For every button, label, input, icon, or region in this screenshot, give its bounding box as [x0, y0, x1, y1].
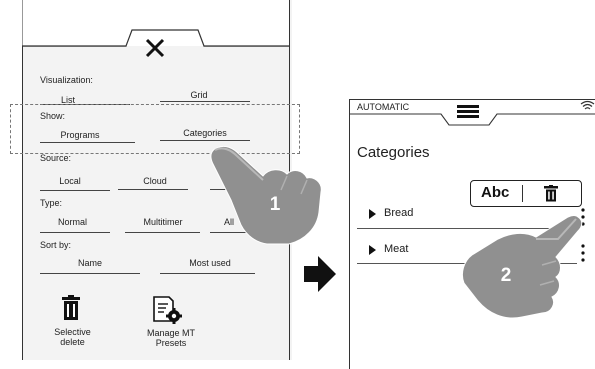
trash-icon[interactable]: [544, 185, 558, 202]
manage-mt-label-2: Presets: [155, 338, 187, 348]
type-option-multitimer[interactable]: Multitimer: [138, 217, 188, 227]
manage-mt-label-1: Manage MT: [146, 328, 196, 338]
type-normal-underline: [40, 232, 110, 233]
pointing-hand-2: 2: [461, 215, 583, 319]
trash-icon: [62, 295, 80, 320]
step-1-number: 1: [270, 194, 281, 215]
popup-divider: [522, 185, 523, 202]
source-cloud-underline: [118, 189, 188, 190]
expand-bread-icon[interactable]: [369, 209, 376, 219]
visualization-label: Visualization:: [40, 75, 93, 85]
categories-title: Categories: [357, 144, 430, 161]
sort-option-name[interactable]: Name: [70, 258, 110, 268]
type-label: Type:: [40, 198, 63, 208]
category-item-meat[interactable]: Meat: [384, 243, 408, 255]
selective-delete-button[interactable]: Selective delete: [45, 295, 100, 347]
pointing-hand-1: 1: [210, 145, 322, 245]
type-multitimer-underline: [125, 232, 200, 233]
sort-by-label: Sort by:: [40, 240, 72, 250]
document-gear-icon: [153, 296, 182, 324]
close-icon[interactable]: [144, 37, 166, 59]
sort-most-used-underline: [160, 273, 255, 274]
type-option-normal[interactable]: Normal: [50, 217, 95, 227]
category-item-bread[interactable]: Bread: [384, 207, 413, 219]
step-2-number: 2: [501, 265, 512, 286]
source-local-underline: [40, 190, 110, 191]
sort-option-most-used[interactable]: Most used: [180, 258, 240, 268]
selective-delete-label-1: Selective: [54, 327, 91, 337]
selective-delete-label-2: delete: [60, 337, 85, 347]
source-option-cloud[interactable]: Cloud: [135, 176, 175, 186]
rename-button[interactable]: Abc: [481, 184, 509, 201]
wifi-icon: [580, 100, 595, 110]
arrow-right-icon: [304, 256, 336, 292]
sort-name-underline: [40, 273, 140, 274]
visualization-grid-underline: [160, 101, 250, 102]
visualization-option-grid[interactable]: Grid: [175, 90, 223, 100]
source-option-local[interactable]: Local: [50, 176, 90, 186]
right-panel-header: [349, 105, 595, 126]
expand-meat-icon[interactable]: [369, 245, 376, 255]
source-label: Source:: [40, 153, 72, 163]
manage-mt-presets-button[interactable]: Manage MT Presets: [138, 296, 204, 348]
